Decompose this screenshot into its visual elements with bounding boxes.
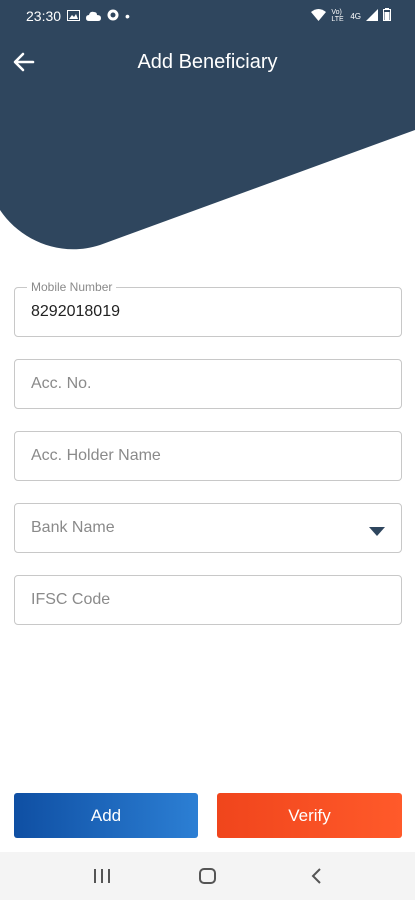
- status-bar: 23:30 • Vo) LTE 4G: [0, 0, 415, 32]
- account-holder-name-placeholder: Acc. Holder Name: [31, 447, 161, 464]
- home-icon[interactable]: [196, 866, 220, 886]
- status-right: Vo) LTE 4G: [311, 8, 391, 24]
- back-icon[interactable]: [305, 866, 329, 886]
- mobile-number-label: Mobile Number: [27, 280, 117, 294]
- dropdown-caret-icon: [369, 524, 385, 536]
- status-time: 23:30: [26, 8, 62, 24]
- vpn-icon: [107, 8, 119, 24]
- account-holder-name-field[interactable]: Acc. Holder Name: [14, 431, 402, 481]
- mobile-number-field[interactable]: Mobile Number 8292018019: [14, 280, 402, 337]
- signal-icon: [366, 8, 378, 24]
- mobile-number-value: 8292018019: [31, 303, 120, 320]
- ifsc-code-placeholder: IFSC Code: [31, 591, 111, 608]
- bank-name-dropdown[interactable]: Bank Name: [14, 503, 402, 553]
- system-navigation-bar: [0, 852, 415, 900]
- wifi-icon: [311, 8, 327, 24]
- ifsc-code-field[interactable]: IFSC Code: [14, 575, 402, 625]
- page-title: Add Beneficiary: [137, 51, 278, 73]
- image-icon: [67, 8, 81, 24]
- status-left: 23:30 •: [26, 8, 130, 24]
- volte-icon: Vo) LTE: [331, 9, 344, 23]
- verify-button[interactable]: Verify: [217, 793, 402, 838]
- header-background: [0, 0, 415, 250]
- app-bar: Add Beneficiary: [0, 40, 415, 84]
- cloud-icon: [86, 8, 102, 24]
- bank-name-placeholder: Bank Name: [31, 519, 115, 536]
- account-number-placeholder: Acc. No.: [31, 375, 92, 392]
- account-number-field[interactable]: Acc. No.: [14, 359, 402, 409]
- recent-apps-icon[interactable]: [90, 866, 114, 886]
- status-dot: •: [125, 8, 130, 24]
- battery-icon: [383, 8, 391, 24]
- add-button[interactable]: Add: [14, 793, 198, 838]
- 4g-icon: 4G: [350, 11, 361, 21]
